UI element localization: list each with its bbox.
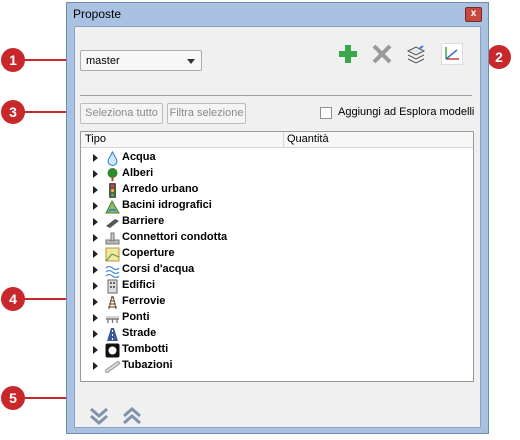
building-icon <box>105 279 120 294</box>
barrier-icon <box>105 215 120 230</box>
tree-row-ponti[interactable]: Ponti <box>81 310 473 326</box>
tree-row-label: Alberi <box>122 167 154 179</box>
tree-row-tombotti[interactable]: Tombotti <box>81 342 473 358</box>
tree-row-corsi-d-acqua[interactable]: Corsi d'acqua <box>81 262 473 279</box>
expand-arrow-icon[interactable] <box>93 234 98 242</box>
expand-arrow-icon[interactable] <box>93 218 98 226</box>
tree-row-alberi[interactable]: Alberi <box>81 166 473 182</box>
expand-arrow-icon[interactable] <box>93 154 98 162</box>
tree-row-label: Connettori condotta <box>122 231 228 243</box>
tree-row-label: Bacini idrografici <box>122 199 212 211</box>
column-header-quantity[interactable]: Quantità <box>287 133 329 145</box>
separator <box>80 95 472 96</box>
tree-row-label: Edifici <box>122 279 156 291</box>
tree-row-arredo-urbano[interactable]: Arredo urbano <box>81 182 473 198</box>
delete-icon[interactable] <box>371 43 393 65</box>
expand-arrow-icon[interactable] <box>93 186 98 194</box>
column-divider <box>283 132 284 147</box>
tree-row-label: Barriere <box>122 215 165 227</box>
expand-arrow-icon[interactable] <box>93 362 98 370</box>
tree-header: Tipo Quantità <box>81 132 473 148</box>
layers-icon[interactable] <box>405 43 427 65</box>
expand-arrow-icon[interactable] <box>93 314 98 322</box>
road-icon <box>105 327 120 342</box>
branch-value: master <box>86 55 120 67</box>
tree-row-connettori-condotta[interactable]: Connettori condotta <box>81 230 473 246</box>
tree-row-acqua[interactable]: Acqua <box>81 150 473 166</box>
add-to-explorer-label: Aggiungi ad Esplora modelli <box>338 106 475 118</box>
callout-5: 5 <box>1 386 25 410</box>
axes-icon[interactable] <box>441 43 463 65</box>
callout-3: 3 <box>1 100 25 124</box>
expand-all-icon[interactable] <box>88 405 110 427</box>
tree-row-ferrovie[interactable]: Ferrovie <box>81 294 473 310</box>
tree-row-label: Ponti <box>122 311 150 323</box>
tree-row-coperture[interactable]: Coperture <box>81 246 473 262</box>
pipe-connector-icon <box>105 231 120 246</box>
railway-icon <box>105 295 120 310</box>
proposals-window: Proposte x master Seleziona tutto Filtra… <box>66 2 489 434</box>
collapse-all-icon[interactable] <box>121 405 143 427</box>
tree-row-strade[interactable]: Strade <box>81 326 473 342</box>
callout-4: 4 <box>1 287 25 311</box>
waterway-icon <box>105 263 120 279</box>
add-to-explorer-checkbox[interactable] <box>320 107 332 119</box>
traffic-light-icon <box>105 183 120 198</box>
expand-arrow-icon[interactable] <box>93 202 98 210</box>
bridge-icon <box>105 311 120 326</box>
tree-row-label: Corsi d'acqua <box>122 263 195 275</box>
chevron-down-icon <box>187 59 195 64</box>
tree-icon <box>105 167 120 182</box>
expand-arrow-icon[interactable] <box>93 250 98 258</box>
proposals-panel: master Seleziona tutto Filtra selezione … <box>74 26 481 428</box>
tree-row-label: Coperture <box>122 247 175 259</box>
culvert-icon <box>105 343 120 358</box>
close-button[interactable]: x <box>465 7 482 22</box>
branch-dropdown[interactable]: master <box>80 50 202 71</box>
tree-row-label: Tombotti <box>122 343 169 355</box>
proposal-type-tree[interactable]: Tipo Quantità Acqua Alberi Arredo urbano… <box>80 131 474 382</box>
tree-row-label: Arredo urbano <box>122 183 199 195</box>
column-header-type[interactable]: Tipo <box>85 133 106 145</box>
expand-arrow-icon[interactable] <box>93 346 98 354</box>
add-icon[interactable] <box>337 43 359 65</box>
tree-row-barriere[interactable]: Barriere <box>81 214 473 230</box>
tree-row-bacini-idrografici[interactable]: Bacini idrografici <box>81 198 473 214</box>
basin-icon <box>105 199 120 214</box>
expand-arrow-icon[interactable] <box>93 298 98 306</box>
select-all-button[interactable]: Seleziona tutto <box>80 103 163 124</box>
filter-selection-button[interactable]: Filtra selezione <box>167 103 246 124</box>
callout-2: 2 <box>487 45 511 69</box>
tree-row-label: Strade <box>122 327 157 339</box>
tree-row-edifici[interactable]: Edifici <box>81 278 473 294</box>
expand-arrow-icon[interactable] <box>93 282 98 290</box>
callout-1: 1 <box>1 48 25 72</box>
coverage-icon <box>105 247 120 262</box>
expand-arrow-icon[interactable] <box>93 330 98 338</box>
pipe-icon <box>105 359 120 374</box>
title-bar: Proposte x <box>67 3 488 25</box>
expand-arrow-icon[interactable] <box>93 266 98 274</box>
tree-row-label: Tubazioni <box>122 359 173 371</box>
tree-row-label: Acqua <box>122 151 156 163</box>
tree-row-tubazioni[interactable]: Tubazioni <box>81 358 473 374</box>
window-title: Proposte <box>73 7 122 21</box>
tree-row-label: Ferrovie <box>122 295 166 307</box>
expand-arrow-icon[interactable] <box>93 170 98 178</box>
water-drop-icon <box>105 150 120 166</box>
